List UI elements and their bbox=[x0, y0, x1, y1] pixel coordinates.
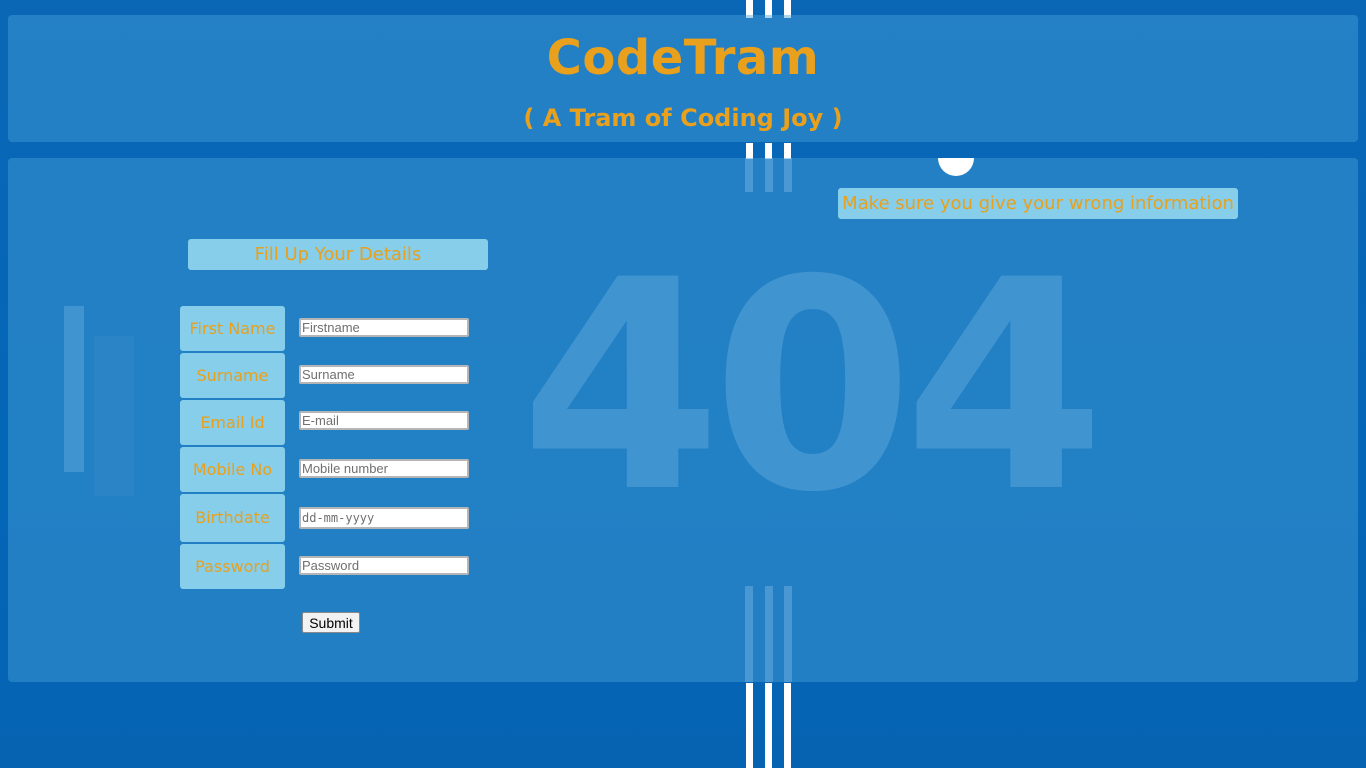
birthdate-label: Birthdate bbox=[180, 494, 285, 542]
mobile-input[interactable] bbox=[299, 459, 469, 478]
art-rail bbox=[784, 586, 792, 682]
art-rail bbox=[765, 586, 773, 682]
form-heading: Fill Up Your Details bbox=[188, 239, 488, 270]
site-title: CodeTram bbox=[546, 30, 820, 86]
birthdate-input[interactable] bbox=[299, 507, 469, 529]
header-panel: CodeTram ( A Tram of Coding Joy ) bbox=[8, 15, 1358, 142]
surname-label: Surname bbox=[180, 353, 285, 398]
password-input[interactable] bbox=[299, 556, 469, 575]
art-bar bbox=[94, 336, 134, 496]
main-panel: 404 Make sure you give your wrong inform… bbox=[8, 158, 1358, 682]
art-rail bbox=[784, 158, 792, 192]
art-rail bbox=[745, 586, 753, 682]
submit-button[interactable]: Submit bbox=[302, 612, 360, 633]
email-label: Email Id bbox=[180, 400, 285, 445]
art-dot bbox=[938, 158, 974, 176]
rail-line bbox=[784, 683, 791, 768]
rail-line bbox=[784, 143, 791, 159]
rail-line bbox=[746, 143, 753, 159]
surname-input[interactable] bbox=[299, 365, 469, 384]
first-name-input[interactable] bbox=[299, 318, 469, 337]
art-bar bbox=[64, 306, 84, 472]
mobile-label: Mobile No bbox=[180, 447, 285, 492]
rail-line bbox=[746, 683, 753, 768]
art-rail bbox=[765, 158, 773, 192]
error-404-art: 404 bbox=[520, 219, 1105, 556]
rail-line bbox=[765, 683, 772, 768]
first-name-label: First Name bbox=[180, 306, 285, 351]
art-rail bbox=[745, 158, 753, 192]
warning-message: Make sure you give your wrong informatio… bbox=[838, 188, 1238, 219]
rail-line bbox=[765, 143, 772, 159]
site-tagline: ( A Tram of Coding Joy ) bbox=[523, 104, 843, 132]
email-input[interactable] bbox=[299, 411, 469, 430]
password-label: Password bbox=[180, 544, 285, 589]
